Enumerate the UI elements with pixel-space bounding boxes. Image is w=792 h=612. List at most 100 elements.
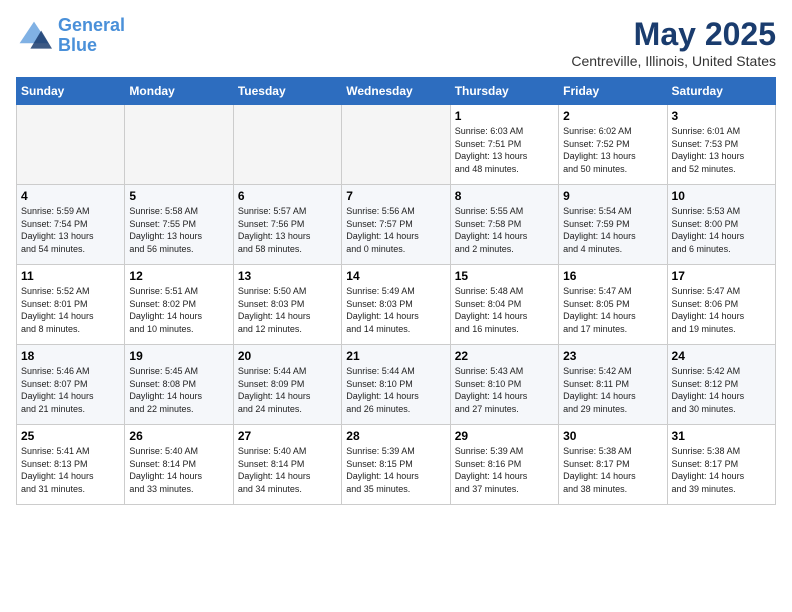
day-number: 6 <box>238 189 337 203</box>
day-number: 29 <box>455 429 554 443</box>
page-header: General Blue May 2025 Centreville, Illin… <box>16 16 776 69</box>
calendar-cell: 19 Sunrise: 5:45 AM Sunset: 8:08 PM Dayli… <box>125 345 233 425</box>
day-number: 26 <box>129 429 228 443</box>
calendar-header: SundayMondayTuesdayWednesdayThursdayFrid… <box>17 78 776 105</box>
day-info: Sunrise: 6:03 AM Sunset: 7:51 PM Dayligh… <box>455 125 554 175</box>
day-info: Sunrise: 5:59 AM Sunset: 7:54 PM Dayligh… <box>21 205 120 255</box>
day-number: 21 <box>346 349 445 363</box>
calendar-cell: 20 Sunrise: 5:44 AM Sunset: 8:09 PM Dayli… <box>233 345 341 425</box>
day-header-sunday: Sunday <box>17 78 125 105</box>
calendar-cell: 13Sunrise: 5:50 AM Sunset: 8:03 PM Dayli… <box>233 265 341 345</box>
calendar-cell: 16 Sunrise: 5:47 AM Sunset: 8:05 PM Dayli… <box>559 265 667 345</box>
calendar-cell: 30Sunrise: 5:38 AM Sunset: 8:17 PM Dayli… <box>559 425 667 505</box>
day-number: 25 <box>21 429 120 443</box>
calendar-cell: 23 Sunrise: 5:42 AM Sunset: 8:11 PM Dayli… <box>559 345 667 425</box>
day-info: Sunrise: 5:42 AM Sunset: 8:11 PM Dayligh… <box>563 365 662 415</box>
day-number: 7 <box>346 189 445 203</box>
day-info: Sunrise: 5:52 AM Sunset: 8:01 PM Dayligh… <box>21 285 120 335</box>
calendar-cell: 22 Sunrise: 5:43 AM Sunset: 8:10 PM Dayli… <box>450 345 558 425</box>
day-number: 4 <box>21 189 120 203</box>
day-number: 19 <box>129 349 228 363</box>
calendar-cell: 15 Sunrise: 5:48 AM Sunset: 8:04 PM Dayli… <box>450 265 558 345</box>
day-info: Sunrise: 5:58 AM Sunset: 7:55 PM Dayligh… <box>129 205 228 255</box>
calendar-table: SundayMondayTuesdayWednesdayThursdayFrid… <box>16 77 776 505</box>
day-info: Sunrise: 5:48 AM Sunset: 8:04 PM Dayligh… <box>455 285 554 335</box>
calendar-cell: 29Sunrise: 5:39 AM Sunset: 8:16 PM Dayli… <box>450 425 558 505</box>
day-number: 1 <box>455 109 554 123</box>
day-header-wednesday: Wednesday <box>342 78 450 105</box>
day-number: 15 <box>455 269 554 283</box>
day-header-monday: Monday <box>125 78 233 105</box>
day-number: 18 <box>21 349 120 363</box>
calendar-week-4: 18 Sunrise: 5:46 AM Sunset: 8:07 PM Dayli… <box>17 345 776 425</box>
day-header-tuesday: Tuesday <box>233 78 341 105</box>
day-number: 9 <box>563 189 662 203</box>
logo-icon <box>16 18 52 54</box>
day-number: 23 <box>563 349 662 363</box>
calendar-week-5: 25 Sunrise: 5:41 AM Sunset: 8:13 PM Dayli… <box>17 425 776 505</box>
day-number: 8 <box>455 189 554 203</box>
calendar-cell: 6 Sunrise: 5:57 AM Sunset: 7:56 PM Daylig… <box>233 185 341 265</box>
day-info: Sunrise: 5:54 AM Sunset: 7:59 PM Dayligh… <box>563 205 662 255</box>
day-info: Sunrise: 5:41 AM Sunset: 8:13 PM Dayligh… <box>21 445 120 495</box>
calendar-week-3: 11 Sunrise: 5:52 AM Sunset: 8:01 PM Dayli… <box>17 265 776 345</box>
day-number: 12 <box>129 269 228 283</box>
day-number: 20 <box>238 349 337 363</box>
day-number: 2 <box>563 109 662 123</box>
day-info: Sunrise: 5:40 AM Sunset: 8:14 PM Dayligh… <box>129 445 228 495</box>
calendar-cell: 25 Sunrise: 5:41 AM Sunset: 8:13 PM Dayli… <box>17 425 125 505</box>
calendar-cell: 14 Sunrise: 5:49 AM Sunset: 8:03 PM Dayli… <box>342 265 450 345</box>
day-info: Sunrise: 5:40 AM Sunset: 8:14 PM Dayligh… <box>238 445 337 495</box>
title-block: May 2025 Centreville, Illinois, United S… <box>571 16 776 69</box>
day-info: Sunrise: 5:43 AM Sunset: 8:10 PM Dayligh… <box>455 365 554 415</box>
calendar-cell: 4 Sunrise: 5:59 AM Sunset: 7:54 PM Daylig… <box>17 185 125 265</box>
calendar-cell: 5 Sunrise: 5:58 AM Sunset: 7:55 PM Daylig… <box>125 185 233 265</box>
calendar-cell: 21 Sunrise: 5:44 AM Sunset: 8:10 PM Dayli… <box>342 345 450 425</box>
day-number: 16 <box>563 269 662 283</box>
day-number: 22 <box>455 349 554 363</box>
day-info: Sunrise: 6:01 AM Sunset: 7:53 PM Dayligh… <box>672 125 771 175</box>
day-info: Sunrise: 5:39 AM Sunset: 8:15 PM Dayligh… <box>346 445 445 495</box>
day-info: Sunrise: 5:56 AM Sunset: 7:57 PM Dayligh… <box>346 205 445 255</box>
day-info: Sunrise: 5:44 AM Sunset: 8:10 PM Dayligh… <box>346 365 445 415</box>
day-number: 10 <box>672 189 771 203</box>
day-number: 14 <box>346 269 445 283</box>
calendar-cell: 3 Sunrise: 6:01 AM Sunset: 7:53 PM Daylig… <box>667 105 775 185</box>
calendar-cell: 2Sunrise: 6:02 AM Sunset: 7:52 PM Daylig… <box>559 105 667 185</box>
calendar-cell: 24Sunrise: 5:42 AM Sunset: 8:12 PM Dayli… <box>667 345 775 425</box>
calendar-subtitle: Centreville, Illinois, United States <box>571 53 776 69</box>
calendar-cell: 11 Sunrise: 5:52 AM Sunset: 8:01 PM Dayli… <box>17 265 125 345</box>
day-info: Sunrise: 5:42 AM Sunset: 8:12 PM Dayligh… <box>672 365 771 415</box>
day-info: Sunrise: 5:46 AM Sunset: 8:07 PM Dayligh… <box>21 365 120 415</box>
calendar-cell: 18 Sunrise: 5:46 AM Sunset: 8:07 PM Dayli… <box>17 345 125 425</box>
day-info: Sunrise: 5:38 AM Sunset: 8:17 PM Dayligh… <box>563 445 662 495</box>
day-info: Sunrise: 5:50 AM Sunset: 8:03 PM Dayligh… <box>238 285 337 335</box>
day-header-saturday: Saturday <box>667 78 775 105</box>
day-info: Sunrise: 5:44 AM Sunset: 8:09 PM Dayligh… <box>238 365 337 415</box>
calendar-cell <box>17 105 125 185</box>
day-info: Sunrise: 5:47 AM Sunset: 8:05 PM Dayligh… <box>563 285 662 335</box>
day-number: 11 <box>21 269 120 283</box>
calendar-cell: 28 Sunrise: 5:39 AM Sunset: 8:15 PM Dayli… <box>342 425 450 505</box>
day-info: Sunrise: 5:38 AM Sunset: 8:17 PM Dayligh… <box>672 445 771 495</box>
calendar-cell: 8Sunrise: 5:55 AM Sunset: 7:58 PM Daylig… <box>450 185 558 265</box>
calendar-cell: 17Sunrise: 5:47 AM Sunset: 8:06 PM Dayli… <box>667 265 775 345</box>
day-number: 5 <box>129 189 228 203</box>
calendar-cell: 27Sunrise: 5:40 AM Sunset: 8:14 PM Dayli… <box>233 425 341 505</box>
calendar-cell <box>342 105 450 185</box>
calendar-cell: 12Sunrise: 5:51 AM Sunset: 8:02 PM Dayli… <box>125 265 233 345</box>
day-number: 3 <box>672 109 771 123</box>
day-info: Sunrise: 5:53 AM Sunset: 8:00 PM Dayligh… <box>672 205 771 255</box>
day-info: Sunrise: 5:57 AM Sunset: 7:56 PM Dayligh… <box>238 205 337 255</box>
calendar-week-2: 4 Sunrise: 5:59 AM Sunset: 7:54 PM Daylig… <box>17 185 776 265</box>
day-info: Sunrise: 5:49 AM Sunset: 8:03 PM Dayligh… <box>346 285 445 335</box>
calendar-title: May 2025 <box>571 16 776 53</box>
day-header-friday: Friday <box>559 78 667 105</box>
day-header-thursday: Thursday <box>450 78 558 105</box>
day-number: 17 <box>672 269 771 283</box>
day-info: Sunrise: 5:45 AM Sunset: 8:08 PM Dayligh… <box>129 365 228 415</box>
logo: General Blue <box>16 16 125 56</box>
calendar-cell: 26 Sunrise: 5:40 AM Sunset: 8:14 PM Dayli… <box>125 425 233 505</box>
day-number: 28 <box>346 429 445 443</box>
calendar-cell: 10 Sunrise: 5:53 AM Sunset: 8:00 PM Dayli… <box>667 185 775 265</box>
